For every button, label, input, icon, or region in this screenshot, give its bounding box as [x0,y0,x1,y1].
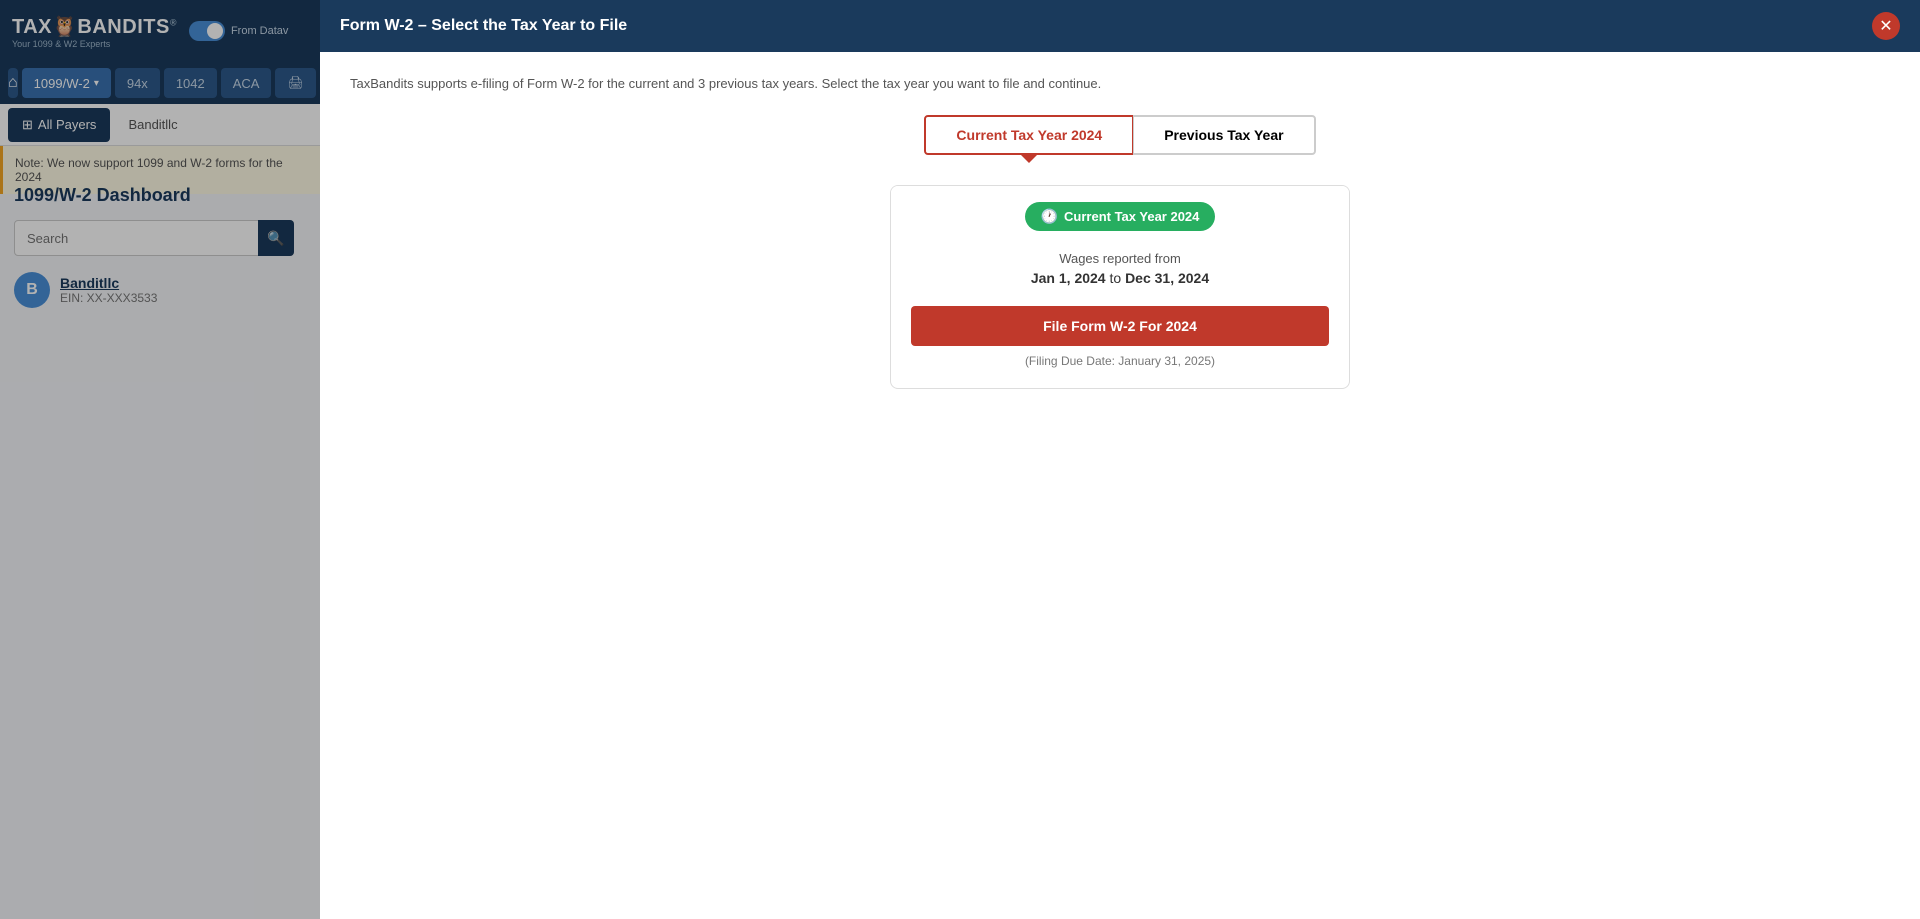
wages-range: Jan 1, 2024 to Dec 31, 2024 [911,270,1329,286]
modal-body: TaxBandits supports e-filing of Form W-2… [320,52,1920,919]
year-card-body: Wages reported from Jan 1, 2024 to Dec 3… [891,231,1349,388]
year-card: 🕐 Current Tax Year 2024 Wages reported f… [890,185,1350,389]
file-form-button[interactable]: File Form W-2 For 2024 [911,306,1329,346]
current-tax-year-label: Current Tax Year 2024 [956,127,1102,143]
year-badge: 🕐 Current Tax Year 2024 [1025,202,1216,231]
tab-current-tax-year[interactable]: Current Tax Year 2024 [924,115,1133,155]
modal: Form W-2 – Select the Tax Year to File ✕… [320,0,1920,919]
filing-due-date: (Filing Due Date: January 31, 2025) [911,354,1329,368]
wages-label: Wages reported from [911,251,1329,266]
tax-year-tabs: Current Tax Year 2024 Previous Tax Year [350,115,1890,155]
modal-description: TaxBandits supports e-filing of Form W-2… [350,76,1890,91]
close-icon: ✕ [1879,16,1892,36]
modal-title: Form W-2 – Select the Tax Year to File [340,17,627,35]
previous-tax-year-label: Previous Tax Year [1164,127,1283,143]
modal-header: Form W-2 – Select the Tax Year to File ✕ [320,0,1920,52]
clock-icon: 🕐 [1041,208,1058,225]
year-badge-label: Current Tax Year 2024 [1064,209,1199,224]
modal-close-button[interactable]: ✕ [1872,12,1900,40]
year-card-header: 🕐 Current Tax Year 2024 [891,186,1349,231]
tab-previous-tax-year[interactable]: Previous Tax Year [1133,115,1315,155]
